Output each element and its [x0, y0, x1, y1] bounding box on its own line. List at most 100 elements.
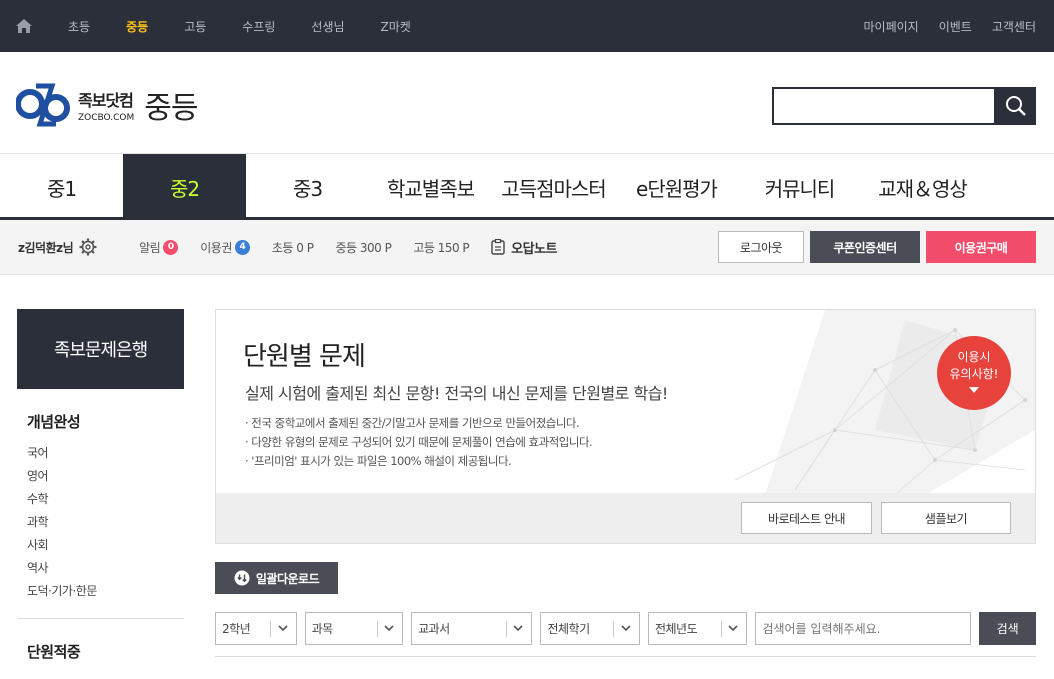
top-nav-suspring[interactable]: 수프링 — [242, 18, 275, 35]
main-nav-community[interactable]: 커뮤니티 — [738, 154, 861, 220]
top-nav-zmarket[interactable]: Z마켓 — [381, 18, 411, 35]
alarm-count-badge: 0 — [163, 239, 179, 255]
content-area: 족보문제은행 개념완성 국어 영어 수학 과학 사회 역사 도덕·기가·한문 단… — [0, 275, 1054, 678]
main-nav-e-unit-test[interactable]: e단원평가 — [615, 154, 738, 220]
logo-english: ZOCBO.COM — [78, 113, 135, 123]
top-nav-teacher[interactable]: 선생님 — [311, 18, 344, 35]
sidebar-item-science[interactable]: 과학 — [27, 513, 184, 536]
grade-select[interactable]: 2학년 — [215, 612, 297, 645]
header-search-button[interactable] — [996, 87, 1036, 125]
ticket-item[interactable]: 이용권 4 — [200, 239, 250, 256]
quick-test-guide-button[interactable]: 바로테스트 안내 — [741, 502, 872, 534]
user-status-list: 알림 0 이용권 4 초등 0 P 중등 300 P 고등 150 P 오답노트 — [139, 238, 579, 257]
sidebar-item-ethics[interactable]: 도덕·기가·한문 — [27, 582, 184, 605]
sample-view-button[interactable]: 샘플보기 — [881, 502, 1011, 534]
banner-bullet: · 전국 중학교에서 출제된 중간/기말고사 문제를 기반으로 만들어졌습니다. — [245, 416, 580, 430]
usage-notice-button[interactable]: 이용시 유의사항! — [937, 336, 1011, 410]
year-select[interactable]: 전체년도 — [647, 612, 748, 645]
banner-bullets: · 전국 중학교에서 출제된 중간/기말고사 문제를 기반으로 만들어졌습니다.… — [245, 415, 593, 472]
banner-subtitle: 실제 시험에 출제된 최신 문항! 전국의 내신 문제를 단원별로 학습! — [245, 384, 668, 403]
wrong-answer-note[interactable]: 오답노트 — [491, 238, 558, 257]
semester-select-value: 전체학기 — [547, 622, 590, 636]
customer-center-link[interactable]: 고객센터 — [992, 18, 1036, 35]
main-nav-books-videos[interactable]: 교재＆영상 — [861, 154, 984, 220]
banner-footer: 바로테스트 안내 샘플보기 — [216, 493, 1035, 543]
ticket-count-badge: 4 — [234, 239, 250, 255]
notice-line2: 유의사항! — [949, 367, 999, 381]
sidebar-section-concept[interactable]: 개념완성 — [27, 411, 184, 432]
top-nav-elementary[interactable]: 초등 — [68, 18, 90, 35]
site-header: 족보닷컴 ZOCBO.COM 중등 — [0, 52, 1054, 154]
main-nav-high-score-master[interactable]: 고득점마스터 — [492, 154, 615, 220]
list-divider — [215, 656, 1036, 657]
wrong-answer-note-label: 오답노트 — [511, 241, 558, 257]
download-icon — [234, 570, 250, 586]
bulk-download-label: 일괄다운로드 — [255, 571, 320, 586]
alarm-item[interactable]: 알림 0 — [139, 239, 179, 256]
top-nav-high[interactable]: 고등 — [184, 18, 206, 35]
home-icon[interactable] — [16, 19, 32, 33]
sidebar-item-english[interactable]: 영어 — [27, 467, 184, 490]
grade-select-value: 2학년 — [222, 622, 251, 636]
notice-line1: 이용시 — [957, 350, 991, 364]
zocbo-logo-icon — [16, 83, 70, 127]
bulk-download-button[interactable]: 일괄다운로드 — [215, 562, 338, 594]
search-icon — [1006, 96, 1026, 116]
ticket-label: 이용권 — [200, 240, 232, 255]
textbook-select-value: 교과서 — [418, 622, 450, 636]
caret-down-icon — [969, 387, 979, 393]
user-name: z김덕환z님 — [18, 240, 74, 255]
banner-bullet: · 다양한 유형의 문제로 구성되어 있기 때문에 문제풀이 연습에 효과적입니… — [245, 435, 593, 449]
mypage-link[interactable]: 마이페이지 — [864, 18, 919, 35]
logo-wordmark: 족보닷컴 ZOCBO.COM — [78, 87, 134, 123]
main-panel: 단원별 문제 실제 시험에 출제된 최신 문항! 전국의 내신 문제를 단원별로… — [215, 309, 1036, 657]
sidebar-section-unit[interactable]: 단원적중 — [27, 641, 184, 662]
header-search — [772, 87, 1036, 125]
semester-select[interactable]: 전체학기 — [540, 612, 640, 645]
sidebar-item-history[interactable]: 역사 — [27, 559, 184, 582]
user-actions: 로그아웃 쿠폰인증센터 이용권구매 — [712, 231, 1036, 263]
chevron-down-icon — [728, 625, 739, 632]
elementary-points[interactable]: 초등 0 P — [272, 239, 314, 256]
chevron-down-icon — [384, 625, 394, 632]
site-logo[interactable]: 족보닷컴 ZOCBO.COM 중등 — [16, 80, 198, 130]
buy-ticket-button[interactable]: 이용권구매 — [926, 231, 1036, 263]
event-link[interactable]: 이벤트 — [939, 18, 972, 35]
main-nav: 중1 중2 중3 학교별족보 고득점마스터 e단원평가 커뮤니티 교재＆영상 — [0, 154, 1054, 220]
sidebar-item-math[interactable]: 수학 — [27, 490, 184, 513]
top-nav-middle[interactable]: 중등 — [126, 18, 148, 35]
gear-icon[interactable] — [79, 238, 97, 256]
top-utility-nav: 마이페이지 이벤트 고객센터 — [844, 18, 1037, 35]
main-nav-school-exams[interactable]: 학교별족보 — [369, 154, 492, 220]
header-search-input[interactable] — [772, 87, 996, 125]
middle-points[interactable]: 중등 300 P — [335, 239, 391, 256]
textbook-select[interactable]: 교과서 — [411, 612, 533, 645]
alarm-label: 알림 — [139, 240, 161, 255]
chevron-down-icon — [278, 625, 288, 632]
chevron-down-icon — [621, 625, 631, 632]
top-nav: 초등 중등 고등 수프링 선생님 Z마켓 — [16, 18, 411, 35]
chevron-down-icon — [513, 625, 524, 632]
banner-bullet: · '프리미엄' 표시가 있는 파일은 100% 해설이 제공됩니다. — [245, 454, 512, 468]
sidebar-item-social[interactable]: 사회 — [27, 536, 184, 559]
banner-title: 단원별 문제 — [243, 342, 366, 372]
sidebar: 족보문제은행 개념완성 국어 영어 수학 과학 사회 역사 도덕·기가·한문 단… — [17, 309, 184, 674]
year-select-value: 전체년도 — [654, 622, 698, 636]
logo-level: 중등 — [144, 91, 198, 126]
clipboard-icon — [491, 239, 505, 255]
keyword-search-button[interactable]: 검색 — [979, 612, 1036, 645]
high-points[interactable]: 고등 150 P — [413, 239, 469, 256]
main-nav-grade1[interactable]: 중1 — [0, 154, 123, 220]
main-nav-grade3[interactable]: 중3 — [246, 154, 369, 220]
coupon-center-button[interactable]: 쿠폰인증센터 — [810, 231, 920, 263]
logout-button[interactable]: 로그아웃 — [718, 231, 804, 263]
sidebar-subject-list: 국어 영어 수학 과학 사회 역사 도덕·기가·한문 — [27, 444, 184, 605]
logo-korean: 족보닷컴 — [78, 91, 134, 110]
intro-banner: 단원별 문제 실제 시험에 출제된 최신 문항! 전국의 내신 문제를 단원별로… — [215, 309, 1036, 544]
subject-select[interactable]: 과목 — [304, 612, 404, 645]
main-nav-grade2[interactable]: 중2 — [123, 154, 246, 220]
sidebar-item-korean[interactable]: 국어 — [27, 444, 184, 467]
sidebar-divider — [17, 618, 184, 619]
top-bar: 초등 중등 고등 수프링 선생님 Z마켓 마이페이지 이벤트 고객센터 — [0, 0, 1054, 52]
keyword-search-input[interactable] — [755, 612, 972, 645]
